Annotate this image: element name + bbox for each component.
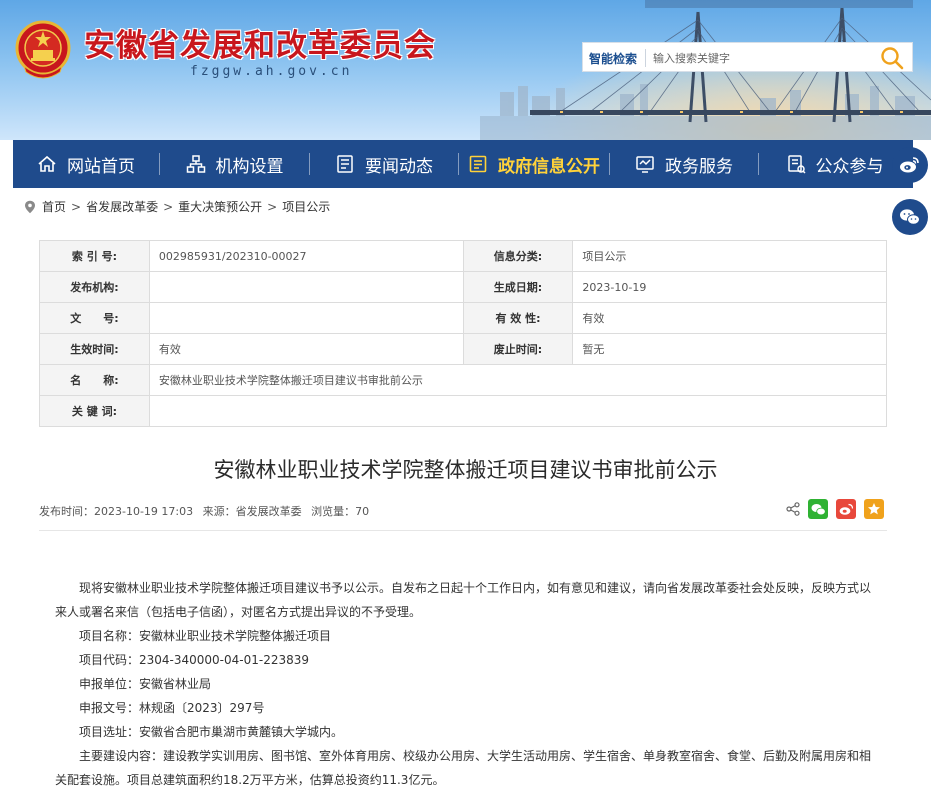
publisher-value (148, 271, 464, 303)
article-title: 安徽林业职业技术学院整体搬迁项目建议书审批前公示 (213, 458, 718, 482)
name-value: 安徽林业职业技术学院整体搬迁项目建议书审批前公示 (148, 364, 888, 396)
share-wechat-button[interactable] (808, 499, 828, 519)
breadcrumb-section[interactable]: 重大决策预公开 (178, 198, 262, 215)
table-row: 名 称: 安徽林业职业技术学院整体搬迁项目建议书审批前公示 (39, 364, 888, 396)
share-bar (786, 499, 884, 519)
site-domain: fzggw.ah.gov.cn (190, 64, 353, 79)
document-info-table: 索 引 号: 002985931/202310-00027 信息分类: 项目公示… (39, 240, 888, 427)
info-disclosure-icon (469, 155, 487, 173)
site-header: 安徽省发展和改革委员会 fzggw.ah.gov.cn 智能检索 (0, 0, 931, 140)
site-location-line: 项目选址：安徽省合肥市巢湖市黄麓镇大学城内。 (79, 725, 344, 739)
top-strip (645, 0, 913, 8)
weibo-float-button[interactable] (892, 147, 928, 183)
effective-label: 生效时间: (39, 333, 150, 365)
weibo-icon (839, 503, 853, 515)
nav-item-participation[interactable]: 公众参与 (759, 140, 910, 188)
share-weibo-button[interactable] (836, 499, 856, 519)
news-icon (337, 155, 353, 173)
doc-number-value (148, 302, 464, 334)
intro-paragraph-line: 现将安徽林业职业技术学院整体搬迁项目建议书予以公示。自发布之日起十个工作日内，如… (79, 581, 872, 595)
breadcrumb-current[interactable]: 项目公示 (282, 198, 330, 215)
construction-content-line: 关配套设施。项目总建筑面积约18.2万平方米，估算总投资约11.3亿元。 (55, 773, 445, 787)
breadcrumb: 首页 > 省发展改革委 > 重大决策预公开 > 项目公示 (24, 198, 330, 215)
effective-value: 有效 (148, 333, 464, 365)
search-input[interactable] (653, 47, 873, 69)
star-icon (868, 503, 880, 515)
publisher-label: 发布机构: (39, 271, 150, 303)
breadcrumb-separator: > (163, 199, 174, 214)
breadcrumb-separator: > (267, 199, 278, 214)
intro-paragraph-line: 来人或署名来信（包括电子信函），对匿名方式提出异议的不予受理。 (55, 605, 422, 619)
keywords-value (148, 395, 888, 427)
nav-item-service[interactable]: 政务服务 (610, 140, 758, 188)
breadcrumb-dept[interactable]: 省发展改革委 (86, 198, 158, 215)
nav-item-home[interactable]: 网站首页 (13, 140, 159, 188)
table-row: 索 引 号: 002985931/202310-00027 信息分类: 项目公示 (39, 240, 887, 272)
wechat-float-button[interactable] (892, 199, 928, 235)
nav-item-org[interactable]: 机构设置 (160, 140, 309, 188)
date-label: 生成日期: (462, 271, 574, 303)
name-label: 名 称: (39, 364, 150, 396)
source: 来源：省发展改革委 (202, 505, 302, 518)
index-label: 索 引 号: (39, 240, 150, 272)
project-name-line: 项目名称：安徽林业职业技术学院整体搬迁项目 (79, 629, 332, 643)
table-row: 发布机构: 生成日期: 2023-10-19 (39, 271, 887, 303)
org-chart-icon (186, 155, 205, 173)
applicant-line: 申报单位：安徽省林业局 (79, 677, 212, 691)
service-icon (636, 156, 654, 173)
breadcrumb-separator: > (71, 199, 82, 214)
article-body: 现将安徽林业职业技术学院整体搬迁项目建议书予以公示。自发布之日起十个工作日内，如… (55, 576, 881, 792)
nav-label: 政府信息公开 (498, 156, 600, 177)
validity-label: 有 效 性: (462, 302, 574, 334)
favorite-button[interactable] (864, 499, 884, 519)
keywords-label: 关 键 词: (39, 395, 150, 427)
nav-item-info-disclosure[interactable]: 政府信息公开 (459, 140, 609, 188)
category-label: 信息分类: (462, 240, 574, 272)
main-nav: 网站首页 机构设置 要闻动态 政府信息公开 政务服务 公众参与 (13, 140, 913, 188)
site-title: 安徽省发展和改革委员会 (84, 28, 436, 64)
breadcrumb-home[interactable]: 首页 (42, 198, 66, 215)
wechat-icon (811, 503, 826, 515)
weibo-icon (900, 157, 919, 173)
nav-label: 机构设置 (215, 156, 284, 177)
participation-icon (787, 155, 806, 174)
article-meta: 发布时间：2023-10-19 17:03 来源：省发展改革委 浏览量：70 (39, 503, 375, 519)
project-code-line: 项目代码：2304-340000-04-01-223839 (79, 653, 310, 667)
search-box: 智能检索 (582, 42, 913, 72)
nav-label: 政务服务 (665, 156, 733, 177)
expire-value: 暂无 (572, 333, 887, 365)
search-label: 智能检索 (589, 52, 638, 66)
nav-label: 公众参与 (815, 156, 884, 177)
national-emblem-logo (15, 20, 71, 79)
publish-time: 发布时间：2023-10-19 17:03 (39, 505, 194, 518)
nav-item-news[interactable]: 要闻动态 (310, 140, 458, 188)
document-number-line: 申报文号：林规函〔2023〕297号 (79, 701, 265, 715)
category-value: 项目公示 (572, 240, 887, 272)
share-icon[interactable] (786, 502, 800, 516)
location-pin-icon (25, 200, 35, 213)
meta-divider (39, 530, 887, 531)
construction-content-line: 主要建设内容：建设教学实训用房、图书馆、室外体育用房、校级办公用房、大学生活动用… (79, 749, 872, 763)
table-row: 文 号: 有 效 性: 有效 (39, 302, 887, 334)
expire-label: 废止时间: (462, 333, 574, 365)
nav-label: 网站首页 (67, 156, 135, 177)
table-row: 生效时间: 有效 废止时间: 暂无 (39, 333, 887, 365)
doc-number-label: 文 号: (39, 302, 150, 334)
nav-label: 要闻动态 (365, 156, 433, 177)
validity-value: 有效 (572, 302, 887, 334)
search-icon[interactable] (879, 45, 905, 71)
table-row: 关 键 词: (39, 395, 888, 427)
home-icon (38, 155, 56, 172)
wechat-icon (900, 209, 920, 225)
date-value: 2023-10-19 (572, 271, 887, 303)
view-count: 浏览量：70 (311, 505, 370, 518)
search-divider (645, 49, 646, 67)
index-value: 002985931/202310-00027 (148, 240, 464, 272)
